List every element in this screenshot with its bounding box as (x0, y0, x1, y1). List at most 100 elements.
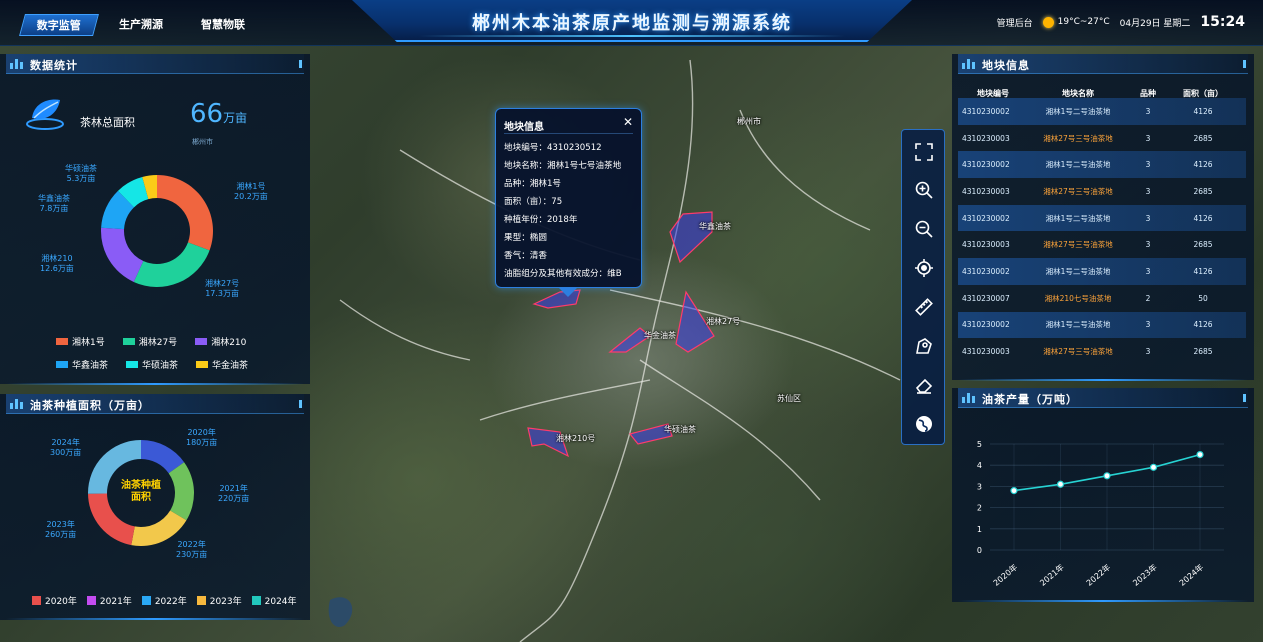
cell-area: 4126 (1193, 106, 1213, 116)
cell-plot-id: 4310230003 (962, 347, 1010, 357)
table-row[interactable]: 4310230003 湘林27号三号油茶地 3 2685 (958, 231, 1246, 258)
slice-x210 (100, 227, 144, 282)
region-text: 郴州市 (192, 138, 213, 146)
cell-variety: 2 (1145, 293, 1151, 303)
stats-panel: 数据统计 茶林总面积 66万亩 郴州市 华硕油茶 5.3万亩 华鑫油茶 7.8万亩 … (0, 54, 310, 385)
table-row[interactable]: 4310230007 湘林210七号油茶地 2 50 (958, 285, 1246, 312)
x-tick-label: 2022年 (1084, 562, 1112, 588)
planting-panel-header: 油茶种植面积（万亩） (6, 394, 304, 414)
draw-area-icon[interactable] (914, 336, 934, 356)
legend-2024: 2024年 (251, 594, 297, 607)
popup-aroma: 香气：清香 (504, 251, 547, 261)
col-area: 面积（亩） (1183, 89, 1223, 98)
data-point (1149, 463, 1158, 471)
col-plot-id: 地块编号 (977, 89, 1009, 98)
popup-plot-id: 地块编号：4310230512 (504, 143, 602, 153)
cell-plot-id: 4310230002 (962, 213, 1010, 223)
y-tick-label: 1 (977, 525, 982, 534)
title-plate: 郴州木本油茶原产地监测与溯源系统 (352, 0, 912, 42)
cell-variety: 3 (1145, 347, 1151, 357)
cell-area: 2685 (1193, 347, 1213, 357)
table-row[interactable]: 4310230003 湘林27号三号油茶地 3 2685 (958, 125, 1246, 152)
label-2024: 2024年 300万亩 (50, 438, 82, 457)
slice-x27 (133, 242, 210, 287)
data-point (1056, 480, 1065, 488)
cell-plot-id: 4310230002 (962, 320, 1010, 330)
clock: 15:24 (1200, 14, 1245, 30)
label-2020: 2020年 180万亩 (186, 428, 218, 447)
popup-plot-name: 地块名称：湘林1号七号油茶地 (504, 161, 622, 171)
cell-area: 4126 (1193, 266, 1213, 276)
popup-year: 种植年份：2018年 (504, 215, 578, 225)
cell-variety: 3 (1145, 266, 1151, 276)
y-tick-label: 4 (977, 461, 982, 470)
planting-panel: 油茶种植面积（万亩） 油茶种植面积 2024年 300万亩 2020年 180万亩 … (0, 394, 310, 620)
map-label-suxian: 苏仙区 (777, 394, 801, 403)
cell-area: 2685 (1193, 240, 1213, 250)
plots-table-header: 地块编号 地块名称 品种 面积（亩） (958, 88, 1246, 99)
x-tick-label: 2024年 (1177, 562, 1205, 588)
admin-link[interactable]: 管理后台 (997, 16, 1033, 29)
x-tick-label: 2023年 (1131, 562, 1159, 588)
legend-huajin: 华金油茶 (196, 358, 248, 371)
zoom-out-icon[interactable] (914, 219, 934, 239)
legend-2020: 2020年 (32, 594, 77, 607)
tab-smart-iot[interactable]: 智慧物联 (186, 14, 260, 36)
y-tick-label: 3 (977, 482, 982, 491)
popup-area: 面积（亩）：75 (504, 197, 563, 207)
bar-chart-icon (10, 59, 24, 69)
slice-2021 (168, 462, 194, 521)
plots-panel-header: 地块信息 (958, 54, 1248, 74)
globe-icon[interactable] (914, 414, 934, 434)
map-label-x210: 湘林210号 (556, 434, 596, 443)
date-text: 04月29日 星期二 (1119, 18, 1191, 29)
top-bar: 数字监管 生产溯源 智慧物联 郴州木本油茶原产地监测与溯源系统 管理后台 19°… (0, 0, 1263, 46)
cell-area: 50 (1198, 293, 1208, 303)
weather-text: 19°C~27°C (1057, 17, 1110, 27)
eraser-icon[interactable] (914, 375, 934, 395)
label-x210: 湘林210 12.6万亩 (40, 254, 74, 273)
bar-chart-icon (962, 59, 976, 69)
table-row[interactable]: 4310230002 湘林1号二号油茶地 3 4126 (958, 311, 1246, 339)
table-row[interactable]: 4310230003 湘林27号三号油茶地 3 2685 (958, 178, 1246, 205)
cell-plot-name: 湘林27号三号油茶地 (1043, 347, 1113, 357)
page-title: 郴州木本油茶原产地监测与溯源系统 (472, 13, 792, 34)
legend-x1: 湘林1号 (56, 335, 105, 348)
bar-chart-icon (10, 399, 24, 409)
label-x1: 湘林1号 20.2万亩 (234, 182, 268, 201)
popup-variety: 品种：湘林1号 (504, 179, 562, 189)
label-x27: 湘林27号 17.3万亩 (205, 279, 240, 298)
cell-plot-name: 湘林1号二号油茶地 (1045, 266, 1111, 276)
locate-icon[interactable] (914, 258, 934, 278)
cell-area: 2685 (1193, 133, 1213, 143)
popup-fruit-shape: 果型：椭圆 (504, 233, 547, 243)
cell-area: 4126 (1193, 320, 1213, 330)
y-tick-label: 5 (977, 440, 982, 449)
cell-variety: 3 (1145, 106, 1151, 116)
cell-plot-id: 4310230003 (962, 133, 1010, 143)
cell-plot-id: 4310230002 (962, 106, 1010, 116)
table-row[interactable]: 4310230002 湘林1号二号油茶地 3 4126 (958, 258, 1246, 285)
production-line-chart: 0 1 2 3 4 5 2020年 2021年 2022年 2023年 2024年 (977, 440, 1224, 588)
table-row[interactable]: 4310230002 湘林1号二号油茶地 3 4126 (958, 98, 1246, 125)
zoom-in-icon[interactable] (914, 180, 934, 200)
close-icon[interactable]: ✕ (623, 115, 633, 129)
header-info: 管理后台 19°C~27°C 04月29日 星期二 15:24 (997, 14, 1245, 30)
variety-donut-chart (100, 175, 213, 287)
measure-icon[interactable] (914, 297, 934, 317)
col-variety: 品种 (1140, 89, 1156, 98)
cell-variety: 3 (1145, 240, 1151, 250)
map-label-huashuo: 华硕油茶 (664, 425, 696, 434)
popup-title: 地块信息 (504, 122, 544, 133)
cell-area: 4126 (1193, 213, 1213, 223)
variety-legend: 湘林1号 湘林27号 湘林210 华鑫油茶 华硕油茶 华金油茶 (56, 335, 296, 371)
table-row[interactable]: 4310230003 湘林27号三号油茶地 3 2685 (958, 338, 1246, 358)
fullscreen-icon[interactable] (914, 142, 934, 162)
tab-digital-supervision[interactable]: 数字监管 (19, 14, 99, 36)
legend-x210: 湘林210 (195, 335, 246, 348)
plots-table[interactable]: 4310230002 湘林1号二号油茶地 3 4126 4310230003 湘林27号三… (958, 98, 1246, 358)
table-row[interactable]: 4310230002 湘林1号二号油茶地 3 4126 (958, 151, 1246, 179)
table-row[interactable]: 4310230002 湘林1号二号油茶地 3 4126 (958, 204, 1246, 232)
cell-variety: 3 (1145, 186, 1151, 196)
tab-production-traceability[interactable]: 生产溯源 (104, 14, 178, 36)
